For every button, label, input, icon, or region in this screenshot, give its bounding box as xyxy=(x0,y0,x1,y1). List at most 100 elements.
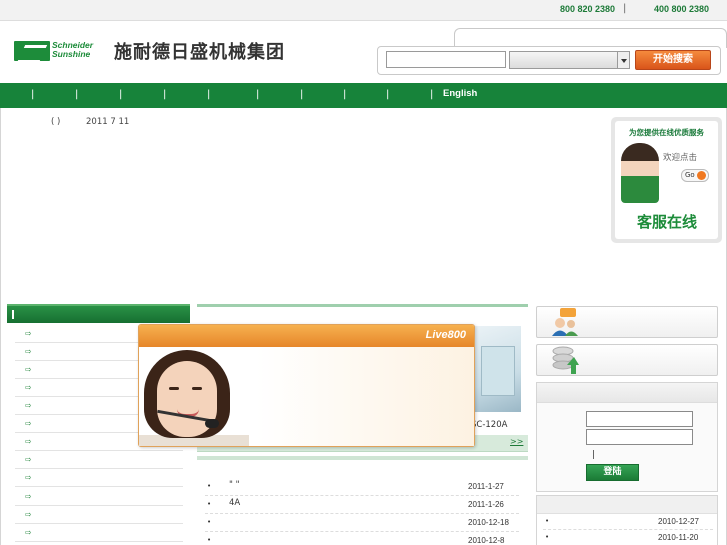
side-news-date: 2010-11-20 xyxy=(658,533,699,542)
side-news-panel: • 2010-12-27 • 2010-11-20 xyxy=(536,495,718,545)
search-input[interactable] xyxy=(386,51,506,68)
product-label[interactable]: SC-120A xyxy=(471,420,507,430)
news-date: 2011-1-27 xyxy=(468,482,504,491)
arrow-bullet-icon: ⇨ xyxy=(25,473,32,482)
bullet-icon: • xyxy=(545,517,550,525)
side-news-row[interactable]: • 2010-11-20 xyxy=(543,530,713,545)
nav-separator: | xyxy=(430,89,434,100)
bullet-icon: • xyxy=(545,533,550,541)
service-go-label: Go xyxy=(685,171,695,179)
product-image[interactable] xyxy=(475,326,521,412)
arrow-bullet-icon: ⇨ xyxy=(25,437,32,446)
service-welcome: 欢迎点击 xyxy=(663,153,698,163)
login-header xyxy=(537,383,717,403)
news-date: 2010-12-8 xyxy=(468,536,505,545)
nav-separator: | xyxy=(75,89,79,100)
sidebar-item[interactable]: ⇨ xyxy=(15,469,183,487)
arrow-bullet-icon: ⇨ xyxy=(25,365,32,374)
nav-separator: | xyxy=(343,89,347,100)
news-row[interactable]: • 4A 2011-1-26 xyxy=(205,496,519,514)
service-header: 为您提供在线优质服务 xyxy=(629,128,704,137)
service-panel: 为您提供在线优质服务 欢迎点击 Go 客服在线 xyxy=(615,121,718,239)
site-logo[interactable]: Schneider Sunshine 施耐德日盛机械集团 xyxy=(14,40,332,63)
arrow-bullet-icon: ⇨ xyxy=(25,347,32,356)
search-category-select[interactable] xyxy=(509,51,630,69)
bullet-icon: • xyxy=(207,482,212,490)
online-service-widget[interactable]: 为您提供在线优质服务 欢迎点击 Go 客服在线 xyxy=(611,117,722,243)
arrow-bullet-icon: ⇨ xyxy=(25,383,32,392)
search-tab xyxy=(454,28,727,48)
sidebar-header-marker xyxy=(12,310,14,319)
sidebar-item[interactable]: ⇨ xyxy=(15,488,183,506)
news-date: 2011-1-26 xyxy=(468,500,504,509)
arrow-bullet-icon: ⇨ xyxy=(25,419,32,428)
hotline-800: 800 820 2380 xyxy=(560,4,616,14)
top-bar: 800 820 2380 | 400 800 2380 xyxy=(0,0,727,21)
nav-separator: | xyxy=(163,89,167,100)
arrow-bullet-icon: ⇨ xyxy=(25,528,32,537)
headset-mic-icon xyxy=(205,419,219,428)
agent-eye xyxy=(169,387,179,390)
compressor-cabinet xyxy=(481,346,515,396)
side-news-header xyxy=(537,496,717,514)
arrow-bullet-icon: ⇨ xyxy=(25,401,32,410)
popup-title: Live800 xyxy=(425,329,466,341)
side-news-row[interactable]: • 2010-12-27 xyxy=(543,514,713,530)
main-nav: | | | | | | | | | | English xyxy=(0,83,727,108)
side-news-date: 2010-12-27 xyxy=(658,517,699,526)
arrow-bullet-icon: ⇨ xyxy=(25,455,32,464)
dropdown-arrow-icon[interactable] xyxy=(617,52,629,68)
popup-body[interactable] xyxy=(139,347,474,446)
bullet-icon: • xyxy=(207,500,212,508)
sidebar-item[interactable]: ⇨ xyxy=(15,451,183,469)
login-button[interactable]: 登陆 xyxy=(586,464,639,481)
username-input[interactable] xyxy=(586,411,693,427)
section-divider xyxy=(197,456,528,460)
logo-chinese: 施耐德日盛机械集团 xyxy=(114,42,285,63)
arrow-bullet-icon: ⇨ xyxy=(25,510,32,519)
news-title[interactable]: 4A xyxy=(229,498,240,508)
service-agent-image xyxy=(621,143,659,203)
nav-separator: | xyxy=(119,89,123,100)
section-divider xyxy=(197,304,528,307)
right-column: | 登陆 • 2010-12-27 • 2010-11-20 xyxy=(536,304,719,545)
nav-separator: | xyxy=(300,89,304,100)
online-consult-button[interactable] xyxy=(536,306,718,338)
sidebar-header xyxy=(7,304,190,323)
news-row[interactable]: • 2010-12-18 xyxy=(205,514,519,532)
logo-english: Schneider Sunshine xyxy=(52,41,110,61)
sidebar-item[interactable]: ⇨ xyxy=(15,524,183,542)
news-title[interactable]: " " xyxy=(229,480,240,490)
logo-english-line2: Sunshine xyxy=(52,49,91,59)
nav-separator: | xyxy=(207,89,211,100)
arrow-bullet-icon: ⇨ xyxy=(25,492,32,501)
agent-eye xyxy=(192,387,202,390)
product-more-link[interactable]: >> xyxy=(510,437,523,446)
password-input[interactable] xyxy=(586,429,693,445)
nav-separator: | xyxy=(256,89,260,100)
live800-chat-popup[interactable]: Live800 xyxy=(138,324,475,447)
nav-english-link[interactable]: English xyxy=(443,88,477,99)
news-row[interactable]: • " " 2011-1-27 xyxy=(205,478,519,496)
nav-separator: | xyxy=(31,89,35,100)
sidebar-item[interactable]: ⇨ xyxy=(15,506,183,524)
search-button[interactable]: 开始搜索 xyxy=(635,50,711,70)
info-paren: ( ) xyxy=(51,117,61,127)
popup-titlebar[interactable]: Live800 xyxy=(139,325,474,347)
logo-mark-icon xyxy=(14,41,50,61)
go-arrow-icon xyxy=(697,171,706,180)
download-button[interactable] xyxy=(536,344,718,376)
info-date: 2011 7 11 xyxy=(86,117,130,127)
upload-stack-icon xyxy=(552,346,579,374)
bullet-icon: • xyxy=(207,518,212,526)
chat-people-icon xyxy=(552,308,578,336)
hotline-separator: | xyxy=(623,3,627,14)
news-date: 2010-12-18 xyxy=(468,518,509,527)
login-panel: | 登陆 xyxy=(536,382,718,492)
news-row[interactable]: • 2010-12-8 xyxy=(205,532,519,545)
hotline-400: 400 800 2380 xyxy=(654,4,710,14)
bullet-icon: • xyxy=(207,536,212,544)
service-title: 客服在线 xyxy=(636,213,697,231)
arrow-bullet-icon: ⇨ xyxy=(25,329,32,338)
service-go-button[interactable]: Go xyxy=(681,169,709,182)
